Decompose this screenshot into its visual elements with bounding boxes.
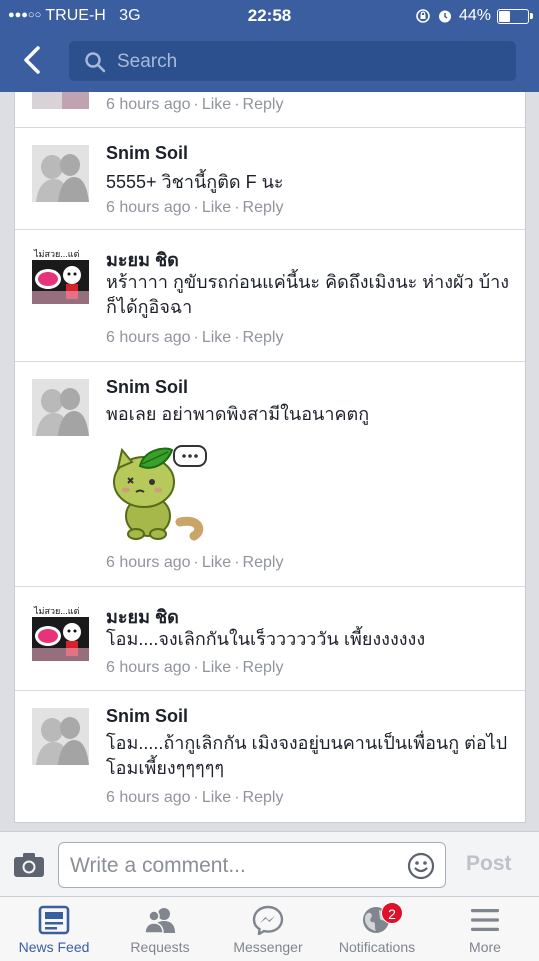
avatar[interactable]: [32, 708, 89, 765]
tab-label: Requests: [130, 939, 190, 955]
comment-author[interactable]: Snim Soil: [106, 706, 188, 727]
comment-time: 6 hours ago: [106, 554, 191, 571]
battery-icon: [497, 8, 533, 24]
status-bar: ●●●○○ TRUE-H 3G 22:58 44%: [0, 0, 539, 32]
tab-more[interactable]: More: [431, 897, 539, 961]
comment-field[interactable]: [58, 842, 446, 889]
tab-label: Notifications: [338, 939, 416, 955]
avatar-caption: ไม่สวย...แต่: [34, 606, 80, 616]
like-link[interactable]: Like: [202, 789, 231, 806]
comment-meta: 6 hours ago · Like · Reply: [106, 789, 284, 806]
like-link[interactable]: Like: [202, 329, 231, 346]
avatar[interactable]: [32, 145, 89, 202]
avatar[interactable]: [32, 379, 89, 436]
notification-badge: 2: [381, 902, 403, 924]
friend-requests-icon: [144, 908, 175, 934]
comment-text: โอม....จงเลิกกันในเร็ววววววัน เพี้ยงงงงง…: [106, 629, 426, 649]
leaf-cat-sticker[interactable]: [106, 444, 216, 544]
comment-time: 6 hours ago: [106, 659, 191, 676]
comment-meta: 6 hours ago · Like · Reply: [106, 554, 284, 571]
comment-meta: 6 hours ago · Like · Reply: [106, 96, 284, 113]
like-link[interactable]: Like: [202, 199, 231, 216]
comment-time: 6 hours ago: [106, 329, 191, 346]
comment-composer: Post: [0, 831, 539, 897]
rotation-lock-icon: [416, 9, 430, 23]
profile-photo: [32, 708, 89, 765]
comment-text: พอเลย อย่าพาดพิงสามีในอนาคตกู: [106, 404, 370, 424]
comment-text: โอม.....ถ้ากูเลิกกัน เมิงจงอยู่บนคานเป็น…: [106, 733, 508, 778]
comment-time: 6 hours ago: [106, 789, 191, 806]
top-navigation-bar: ●●●○○ TRUE-H 3G 22:58 44%: [0, 0, 539, 92]
avatar[interactable]: [32, 92, 89, 109]
comment-input[interactable]: [68, 843, 402, 889]
search-icon: [85, 52, 106, 73]
search-input[interactable]: [115, 41, 509, 83]
comment-text: 5555+ วิชานี้กูติด F นะ: [106, 172, 284, 192]
profile-photo: [32, 145, 89, 202]
post-button[interactable]: Post: [466, 852, 512, 876]
comment-author[interactable]: Snim Soil: [106, 377, 188, 398]
emoji-smiley-icon[interactable]: [407, 852, 435, 880]
battery-level-fill: [499, 10, 510, 22]
comment-item: Snim Soil พอเลย อย่าพาดพิงสามีในอนาคตกู: [15, 361, 525, 587]
reply-link[interactable]: Reply: [243, 329, 284, 346]
tab-notifications[interactable]: 2 Notifications: [323, 897, 431, 961]
battery-percent: 44%: [458, 7, 491, 24]
reply-link[interactable]: Reply: [243, 96, 284, 113]
comment-item: ไม่สวย...แต่ มะยม ชิด หร้าาาา กูขับรถก่อ…: [15, 229, 525, 362]
comment-time: 6 hours ago: [106, 96, 191, 113]
messenger-icon: [252, 905, 284, 935]
bottom-tab-bar: News Feed Requests Messenger 2 Notificat…: [0, 896, 539, 961]
comment-item: 6 hours ago · Like · Reply: [15, 92, 525, 127]
tab-label: Messenger: [233, 939, 303, 955]
comment-text: หร้าาาา กูขับรถก่อนแค่นี้นะ คิดถึงเมิงนะ…: [106, 272, 510, 317]
tab-requests[interactable]: Requests: [106, 897, 214, 961]
like-link[interactable]: Like: [202, 554, 231, 571]
avatar-caption: ไม่สวย...แต่: [34, 249, 80, 259]
tab-messenger[interactable]: Messenger: [214, 897, 322, 961]
comment-meta: 6 hours ago · Like · Reply: [106, 659, 284, 676]
like-link[interactable]: Like: [202, 96, 231, 113]
comment-item: Snim Soil โอม.....ถ้ากูเลิกกัน เมิงจงอยู…: [15, 690, 525, 822]
comment-item: ไม่สวย...แต่ มะยม ชิด โอม....จงเลิกกันใน…: [15, 586, 525, 691]
tab-label: More: [469, 939, 501, 955]
tab-label: News Feed: [18, 939, 90, 955]
search-box[interactable]: [69, 41, 516, 83]
camera-icon[interactable]: [13, 852, 45, 878]
comment-author[interactable]: Snim Soil: [106, 143, 188, 164]
profile-photo: [32, 379, 89, 436]
reply-link[interactable]: Reply: [243, 659, 284, 676]
tab-news-feed[interactable]: News Feed: [0, 897, 108, 961]
avatar[interactable]: ไม่สวย...แต่: [32, 247, 89, 304]
comment-item: Snim Soil 5555+ วิชานี้กูติด F นะ 6 hour…: [15, 127, 525, 230]
like-link[interactable]: Like: [202, 659, 231, 676]
hamburger-menu-icon: [471, 909, 499, 931]
back-arrow-icon[interactable]: [14, 42, 50, 78]
comment-meta: 6 hours ago · Like · Reply: [106, 329, 284, 346]
reply-link[interactable]: Reply: [243, 554, 284, 571]
comment-time: 6 hours ago: [106, 199, 191, 216]
reply-link[interactable]: Reply: [243, 199, 284, 216]
news-feed-icon: [38, 905, 70, 935]
comment-meta: 6 hours ago · Like · Reply: [106, 199, 284, 216]
alarm-clock-icon: [438, 10, 451, 23]
status-right: 44%: [415, 7, 533, 25]
comments-list[interactable]: 6 hours ago · Like · Reply Snim Soil 5555+ ว…: [14, 92, 526, 823]
avatar[interactable]: ไม่สวย...แต่: [32, 604, 89, 661]
reply-link[interactable]: Reply: [243, 789, 284, 806]
